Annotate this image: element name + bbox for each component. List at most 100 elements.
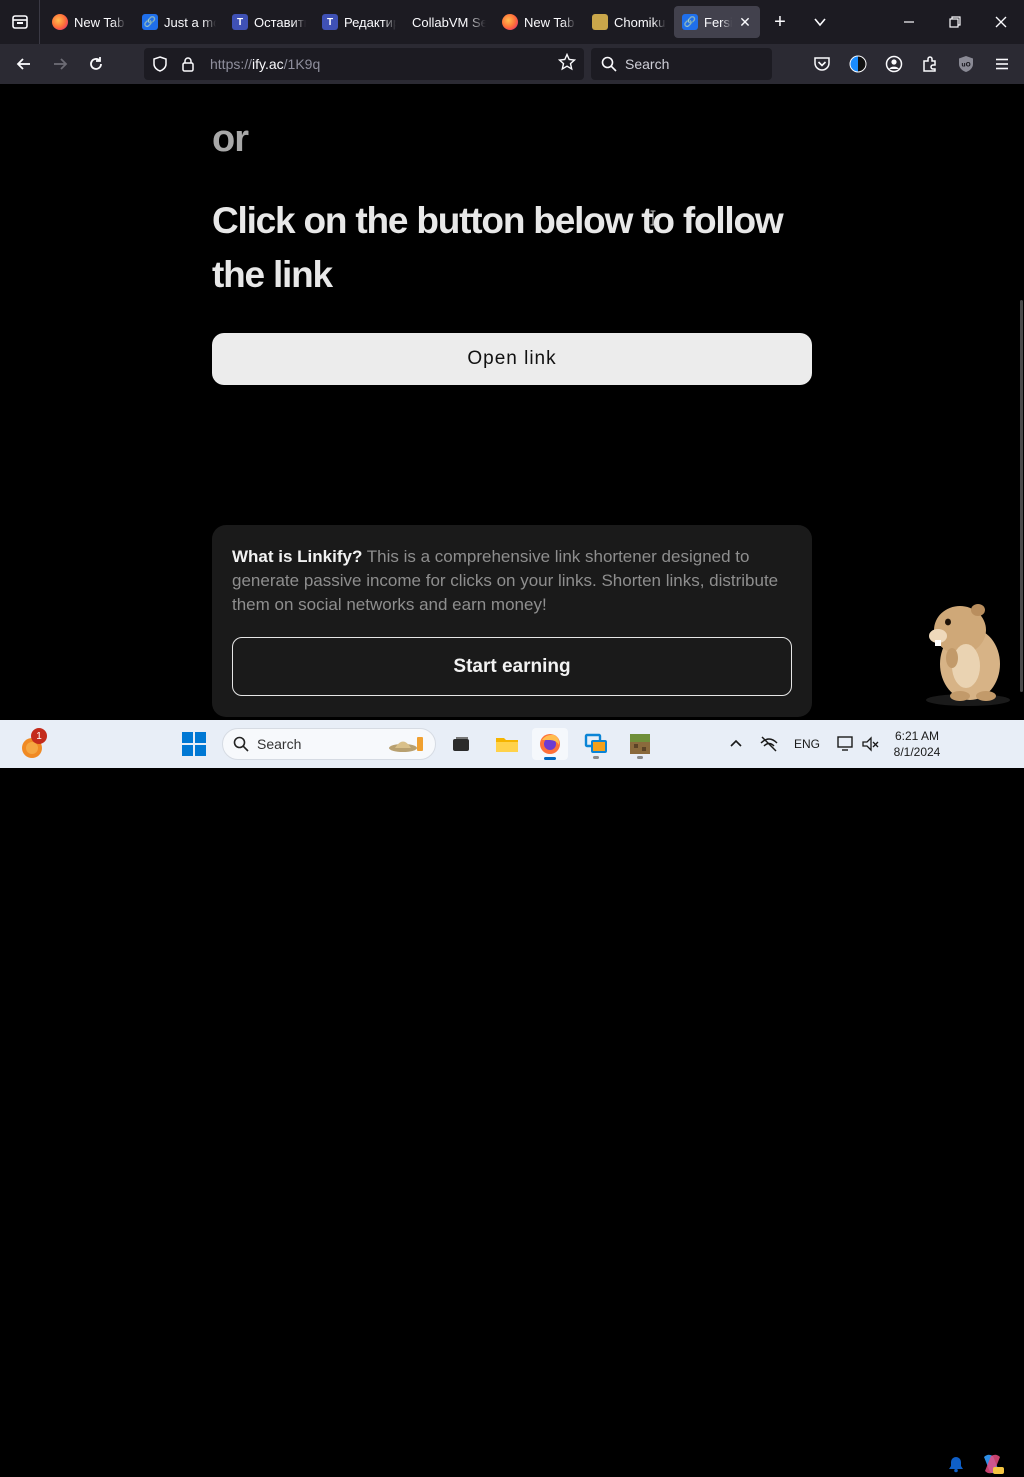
tab-label: CollabVM Se: [412, 14, 486, 30]
firefox-view-button[interactable]: [0, 0, 40, 44]
firefox-view-icon: [11, 15, 28, 29]
running-app-indicator: [637, 756, 643, 759]
reload-button[interactable]: [78, 48, 114, 80]
network-disconnected-icon[interactable]: [758, 733, 780, 755]
folder-icon: [496, 738, 518, 752]
window-controls: [886, 0, 1024, 44]
contrast-icon: [849, 55, 867, 73]
or-separator-text: or: [212, 118, 249, 160]
telegraph-icon: T: [322, 14, 338, 30]
restore-icon: [949, 16, 961, 28]
pocket-icon: [814, 57, 830, 71]
clock-time: 6:21 AM: [894, 729, 940, 743]
close-icon: [995, 16, 1007, 28]
search-highlight-icon: [389, 737, 423, 752]
list-all-tabs-button[interactable]: [800, 0, 840, 44]
taskbar-search-box[interactable]: Search: [222, 728, 436, 760]
display-icon[interactable]: [836, 734, 856, 754]
extensions-button[interactable]: [914, 48, 946, 80]
linkify-info-card: What is Linkify? This is a comprehensive…: [212, 525, 812, 717]
account-button[interactable]: [878, 48, 910, 80]
back-button[interactable]: [6, 48, 42, 80]
input-language-indicator[interactable]: ENG: [794, 737, 820, 751]
browser-tab[interactable]: New Tab: [494, 6, 584, 38]
browser-tab[interactable]: New Tab: [44, 6, 134, 38]
pocket-button[interactable]: [806, 48, 838, 80]
page-scrollbar[interactable]: [1018, 84, 1024, 720]
browser-tab[interactable]: Chomikuj: [584, 6, 674, 38]
chevron-up-icon[interactable]: [724, 732, 748, 756]
taskbar-app-remote-desktop[interactable]: [578, 728, 614, 760]
search-placeholder: Search: [625, 56, 670, 72]
address-bar[interactable]: https://ify.ac/1K9q: [144, 48, 584, 80]
url-path: /1K9q: [283, 56, 321, 72]
page-headline: Click on the button below to follow the …: [212, 200, 784, 295]
start-earning-button[interactable]: Start earning: [232, 637, 792, 696]
telegraph-icon: T: [232, 14, 248, 30]
account-icon: [885, 55, 903, 73]
tab-list: New Tab 🔗 Just a moment... T Оставить T Редакт…: [40, 0, 760, 44]
tracking-protection-shield-icon[interactable]: [152, 56, 168, 72]
open-link-button[interactable]: Open link: [212, 333, 812, 385]
taskbar-app-firefox[interactable]: [532, 728, 568, 760]
taskbar-clock[interactable]: 6:21 AM 8/1/2024: [886, 728, 948, 760]
url-host: ify.ac: [252, 56, 284, 72]
link-icon: 🔗: [142, 14, 158, 30]
search-bar[interactable]: Search: [591, 48, 772, 80]
url-text[interactable]: https://ify.ac/1K9q: [210, 56, 320, 72]
notification-bell-icon[interactable]: [947, 1455, 965, 1473]
windows-start-icon[interactable]: [182, 732, 206, 756]
lock-icon[interactable]: [180, 56, 196, 72]
plus-icon: +: [774, 10, 786, 33]
browser-tab[interactable]: 🔗 Fersing ✕: [674, 6, 760, 38]
search-icon: [601, 56, 617, 72]
hamster-figure-image: [926, 604, 1010, 706]
copilot-icon[interactable]: [979, 1451, 1005, 1477]
scrollbar-thumb[interactable]: [1020, 300, 1023, 692]
tab-label: Fersing: [704, 14, 732, 30]
clock-date: 8/1/2024: [893, 745, 941, 759]
ublock-origin-button[interactable]: uO: [950, 48, 982, 80]
app-menu-button[interactable]: [986, 48, 1018, 80]
tab-label: New Tab: [524, 14, 575, 30]
minimize-button[interactable]: [886, 0, 932, 44]
forward-button[interactable]: [42, 48, 78, 80]
taskbar-search-placeholder: Search: [257, 736, 302, 752]
chomikuj-icon: [592, 14, 608, 30]
taskbar-app-minecraft[interactable]: [622, 728, 658, 760]
tab-label: New Tab: [74, 14, 125, 30]
close-tab-icon[interactable]: ✕: [738, 14, 752, 31]
tab-strip: New Tab 🔗 Just a moment... T Оставить T Редакт…: [0, 0, 1024, 44]
remote-desktop-icon: [584, 733, 607, 753]
dark-mode-extension-button[interactable]: [842, 48, 874, 80]
minecraft-grass-block-icon: [630, 734, 650, 754]
firefox-icon: [502, 14, 518, 30]
link-icon: 🔗: [682, 14, 698, 30]
tab-label: Оставить: [254, 14, 306, 30]
notification-badge: 1: [31, 728, 47, 744]
browser-tab[interactable]: CollabVM Se: [404, 6, 494, 38]
restore-button[interactable]: [932, 0, 978, 44]
tab-label: Редактир: [344, 14, 396, 30]
tab-label: Just a moment...: [164, 14, 216, 30]
page-content: or Click on the button below to follow t…: [0, 84, 1024, 720]
close-window-button[interactable]: [978, 0, 1024, 44]
new-tab-button[interactable]: +: [760, 0, 800, 44]
taskbar-app-task-view[interactable]: [443, 728, 479, 760]
speaker-muted-icon[interactable]: [860, 734, 880, 754]
bookmark-star-icon[interactable]: [557, 52, 577, 76]
arrow-right-icon: [54, 58, 68, 70]
navigation-toolbar: https://ify.ac/1K9q Search uO: [0, 44, 1024, 84]
browser-tab[interactable]: 🔗 Just a moment...: [134, 6, 224, 38]
running-app-indicator: [593, 756, 599, 759]
text-cursor-icon: [650, 210, 656, 226]
firefox-icon: [52, 14, 68, 30]
tab-label: Chomikuj: [614, 14, 666, 30]
linkify-description: What is Linkify? This is a comprehensive…: [232, 545, 797, 617]
taskbar-app-file-explorer[interactable]: [489, 728, 525, 760]
search-icon: [233, 736, 249, 752]
chevron-down-icon: [814, 18, 826, 27]
browser-tab[interactable]: T Оставить: [224, 6, 314, 38]
browser-tab[interactable]: T Редактир: [314, 6, 404, 38]
active-app-indicator: [544, 757, 556, 760]
